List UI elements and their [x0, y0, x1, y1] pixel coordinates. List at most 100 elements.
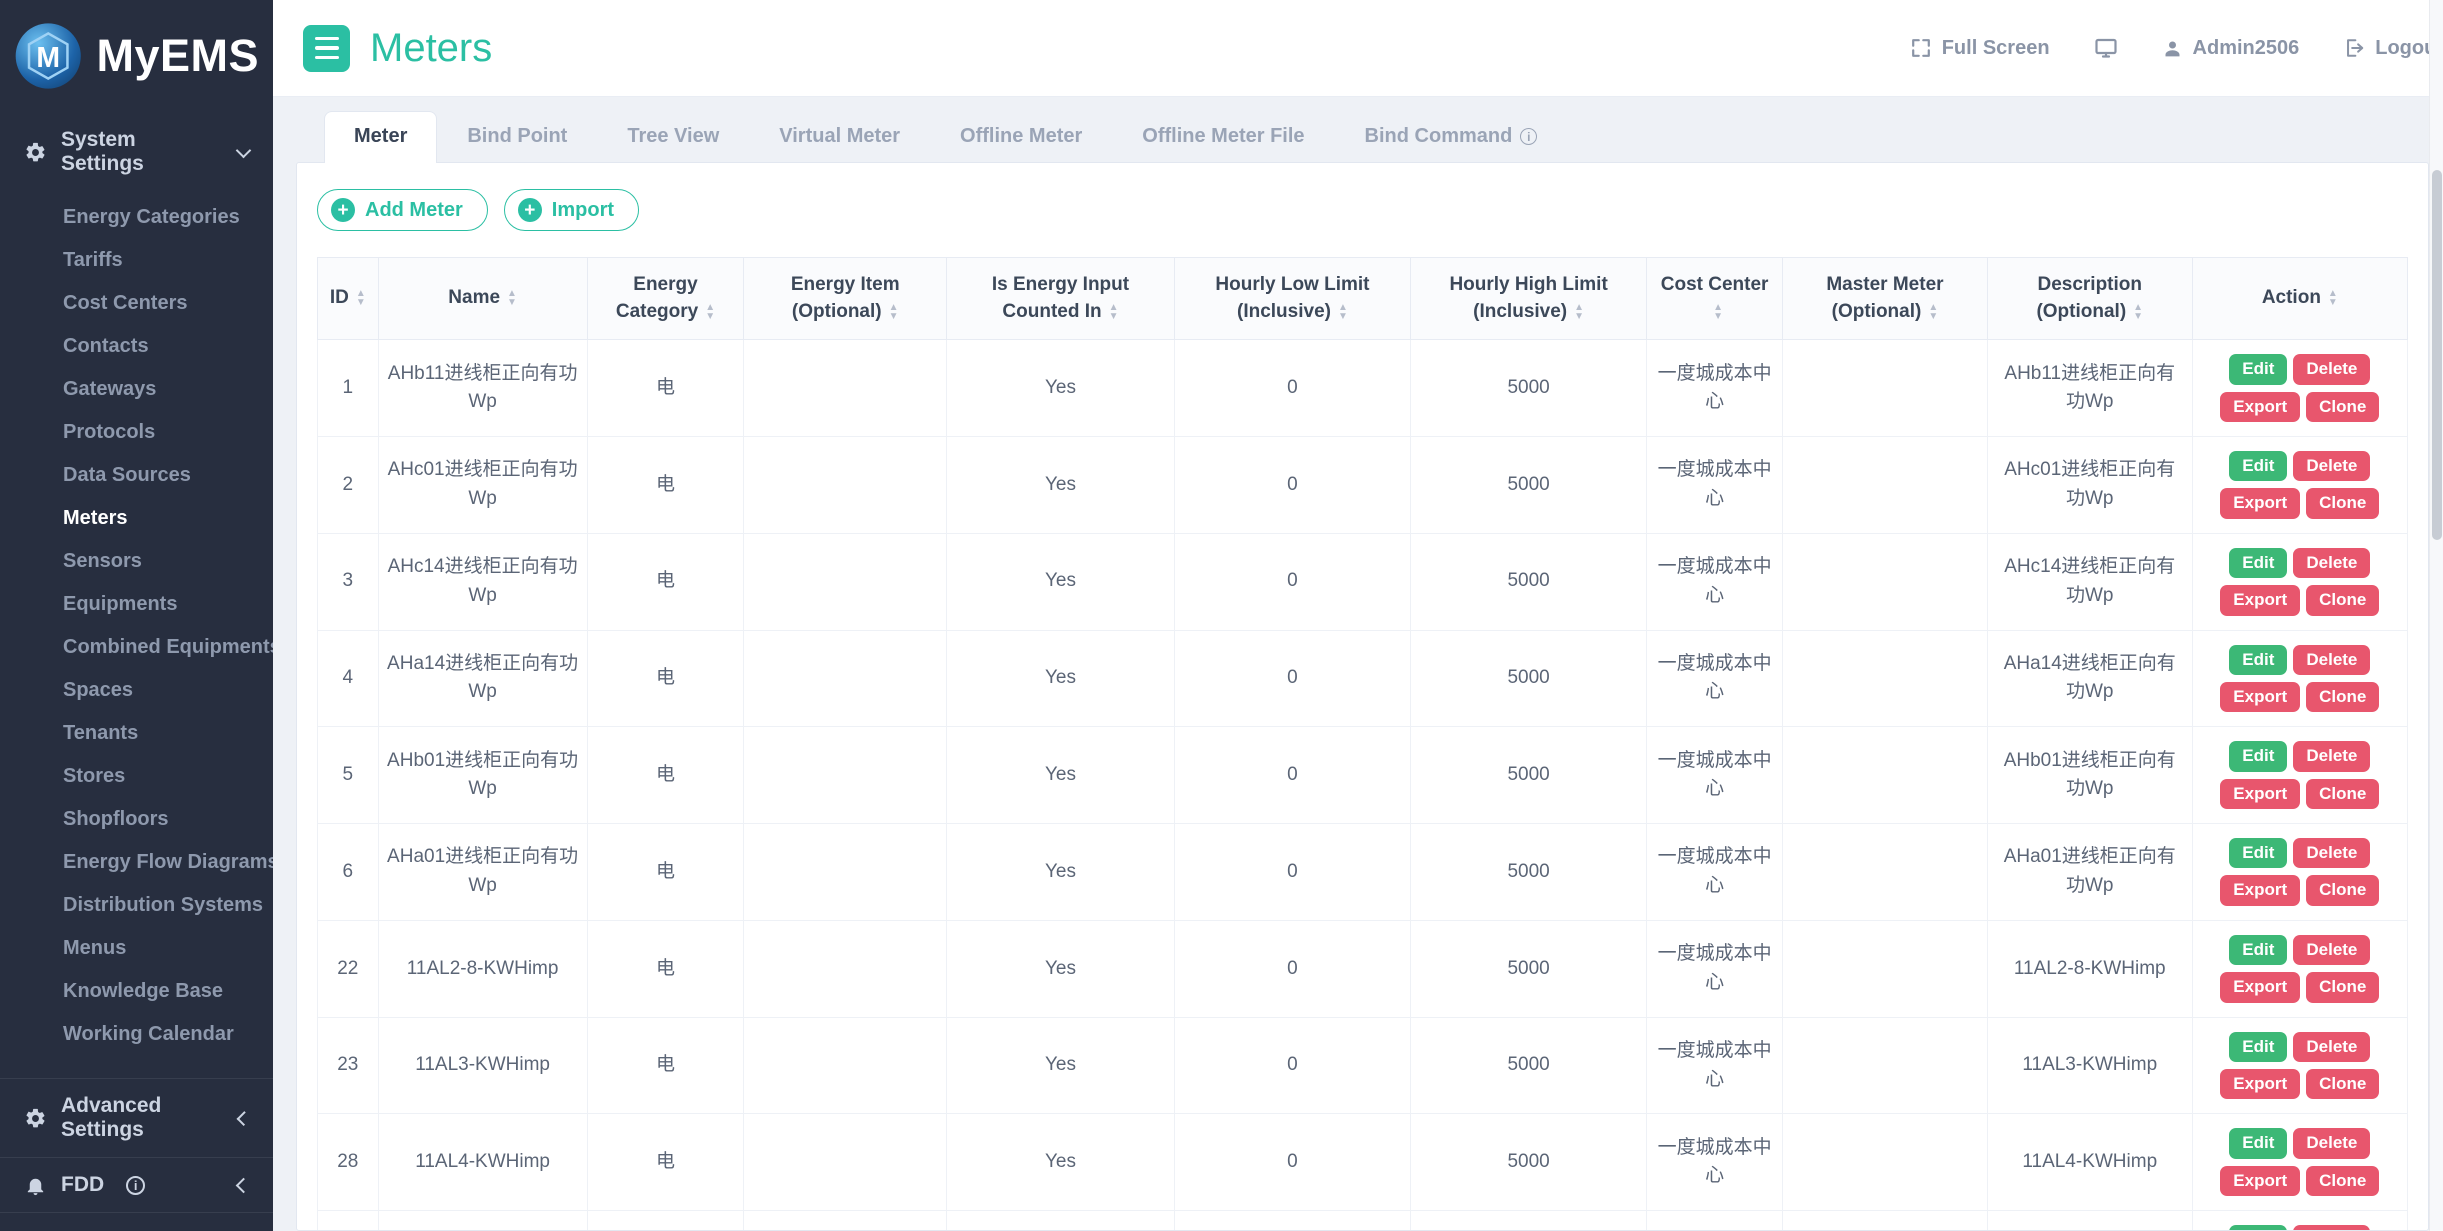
sidebar-item-shopfloors[interactable]: Shopfloors — [0, 798, 273, 841]
export-button[interactable]: Export — [2220, 682, 2300, 712]
sidebar-section-system-settings[interactable]: System Settings — [0, 112, 273, 192]
delete-button[interactable]: Delete — [2293, 354, 2370, 384]
clone-button[interactable]: Clone — [2306, 875, 2379, 905]
sidebar-item-knowledge-base[interactable]: Knowledge Base — [0, 970, 273, 1013]
export-button[interactable]: Export — [2220, 972, 2300, 1002]
scrollbar-thumb[interactable] — [2432, 170, 2442, 540]
export-button[interactable]: Export — [2220, 585, 2300, 615]
add-meter-button[interactable]: + Add Meter — [317, 189, 488, 231]
page-title: Meters — [370, 26, 492, 71]
import-button[interactable]: + Import — [504, 189, 639, 231]
sidebar-item-tenants[interactable]: Tenants — [0, 712, 273, 755]
delete-button[interactable]: Delete — [2293, 548, 2370, 578]
column-header-hourly-low-limit-inclusive[interactable]: Hourly Low Limit (Inclusive)▲▼ — [1174, 258, 1410, 340]
column-header-id[interactable]: ID▲▼ — [318, 258, 379, 340]
edit-button[interactable]: Edit — [2229, 451, 2287, 481]
column-header-description-optional[interactable]: Description (Optional)▲▼ — [1987, 258, 2192, 340]
table-row: 2311AL3-KWHimp电Yes05000一度城成本中心11AL3-KWHi… — [318, 1017, 2408, 1114]
sidebar-item-data-sources[interactable]: Data Sources — [0, 454, 273, 497]
delete-button[interactable]: Delete — [2293, 838, 2370, 868]
clone-button[interactable]: Clone — [2306, 585, 2379, 615]
edit-button[interactable]: Edit — [2229, 354, 2287, 384]
sidebar-item-protocols[interactable]: Protocols — [0, 411, 273, 454]
sidebar-item-working-calendar[interactable]: Working Calendar — [0, 1013, 273, 1056]
column-header-name[interactable]: Name▲▼ — [378, 258, 587, 340]
tab-tree-view[interactable]: Tree View — [597, 111, 749, 163]
menu-toggle-button[interactable] — [303, 25, 350, 72]
sidebar-section-fdd[interactable]: FDD i — [0, 1157, 273, 1212]
column-header-action[interactable]: Action▲▼ — [2192, 258, 2407, 340]
export-button[interactable]: Export — [2220, 779, 2300, 809]
edit-button[interactable]: Edit — [2229, 548, 2287, 578]
sidebar-section-users-privileges[interactable]: Users & Privileges — [0, 1212, 273, 1231]
sidebar-item-menus[interactable]: Menus — [0, 927, 273, 970]
sidebar-item-equipments[interactable]: Equipments — [0, 583, 273, 626]
edit-button[interactable]: Edit — [2229, 935, 2287, 965]
delete-button[interactable]: Delete — [2293, 1128, 2370, 1158]
sidebar-item-contacts[interactable]: Contacts — [0, 325, 273, 368]
column-header-master-meter-optional[interactable]: Master Meter (Optional)▲▼ — [1783, 258, 1988, 340]
cell-energy-category: 电 — [587, 533, 744, 630]
brand[interactable]: M MyEMS — [0, 0, 273, 112]
action-buttons: EditDelete ExportClone — [2201, 741, 2399, 809]
cell-energy-item — [744, 1114, 947, 1211]
clone-button[interactable]: Clone — [2306, 1069, 2379, 1099]
delete-button[interactable]: Delete — [2293, 645, 2370, 675]
table-row: 2211AL2-8-KWHimp电Yes05000一度城成本中心11AL2-8-… — [318, 920, 2408, 1017]
column-header-energy-category[interactable]: Energy Category▲▼ — [587, 258, 744, 340]
sidebar-item-gateways[interactable]: Gateways — [0, 368, 273, 411]
export-button[interactable]: Export — [2220, 392, 2300, 422]
vertical-scrollbar[interactable] — [2429, 0, 2443, 1231]
export-button[interactable]: Export — [2220, 875, 2300, 905]
sidebar-item-distribution-systems[interactable]: Distribution Systems — [0, 884, 273, 927]
sidebar-item-tariffs[interactable]: Tariffs — [0, 239, 273, 282]
tab-bind-point[interactable]: Bind Point — [437, 111, 597, 163]
tab-bind-command[interactable]: Bind Commandi — [1335, 111, 1568, 163]
edit-button[interactable]: Edit — [2229, 1225, 2287, 1231]
display-button[interactable] — [2094, 36, 2118, 60]
clone-button[interactable]: Clone — [2306, 972, 2379, 1002]
sidebar-item-energy-flow-diagrams[interactable]: Energy Flow Diagrams — [0, 841, 273, 884]
edit-button[interactable]: Edit — [2229, 741, 2287, 771]
delete-button[interactable]: Delete — [2293, 1032, 2370, 1062]
column-header-energy-item-optional[interactable]: Energy Item (Optional)▲▼ — [744, 258, 947, 340]
column-header-is-energy-input-counted-in[interactable]: Is Energy Input Counted In▲▼ — [947, 258, 1175, 340]
delete-button[interactable]: Delete — [2293, 741, 2370, 771]
tab-offline-meter[interactable]: Offline Meter — [930, 111, 1112, 163]
edit-button[interactable]: Edit — [2229, 838, 2287, 868]
clone-button[interactable]: Clone — [2306, 392, 2379, 422]
sidebar-item-sensors[interactable]: Sensors — [0, 540, 273, 583]
delete-button[interactable]: Delete — [2293, 935, 2370, 965]
clone-button[interactable]: Clone — [2306, 488, 2379, 518]
clone-button[interactable]: Clone — [2306, 1166, 2379, 1196]
export-button[interactable]: Export — [2220, 1166, 2300, 1196]
cell-master-meter — [1783, 436, 1988, 533]
edit-button[interactable]: Edit — [2229, 1032, 2287, 1062]
sidebar-item-spaces[interactable]: Spaces — [0, 669, 273, 712]
table-row: 6AHa01进线柜正向有功Wp电Yes05000一度城成本中心AHa01进线柜正… — [318, 824, 2408, 921]
tab-virtual-meter[interactable]: Virtual Meter — [749, 111, 930, 163]
clone-button[interactable]: Clone — [2306, 779, 2379, 809]
sidebar-item-cost-centers[interactable]: Cost Centers — [0, 282, 273, 325]
clone-button[interactable]: Clone — [2306, 682, 2379, 712]
cell-cost-center: 一度城成本中心 — [1647, 920, 1783, 1017]
column-header-cost-center[interactable]: Cost Center▲▼ — [1647, 258, 1783, 340]
sidebar-item-stores[interactable]: Stores — [0, 755, 273, 798]
edit-button[interactable]: Edit — [2229, 645, 2287, 675]
delete-button[interactable]: Delete — [2293, 451, 2370, 481]
sidebar-item-energy-categories[interactable]: Energy Categories — [0, 196, 273, 239]
column-header-hourly-high-limit-inclusive[interactable]: Hourly High Limit (Inclusive)▲▼ — [1411, 258, 1647, 340]
export-button[interactable]: Export — [2220, 1069, 2300, 1099]
sidebar-item-combined-equipments[interactable]: Combined Equipments — [0, 626, 273, 669]
cell-hourly-low-limit: 0 — [1174, 824, 1410, 921]
sidebar-item-meters[interactable]: Meters — [0, 497, 273, 540]
tab-offline-meter-file[interactable]: Offline Meter File — [1112, 111, 1334, 163]
delete-button[interactable]: Delete — [2293, 1225, 2370, 1231]
full-screen-button[interactable]: Full Screen — [1910, 37, 2050, 60]
plus-icon: + — [518, 198, 542, 222]
edit-button[interactable]: Edit — [2229, 1128, 2287, 1158]
sidebar-section-advanced-settings[interactable]: Advanced Settings — [0, 1078, 273, 1157]
user-menu[interactable]: Admin2506 — [2162, 37, 2300, 60]
tab-meter[interactable]: Meter — [324, 111, 437, 163]
export-button[interactable]: Export — [2220, 488, 2300, 518]
